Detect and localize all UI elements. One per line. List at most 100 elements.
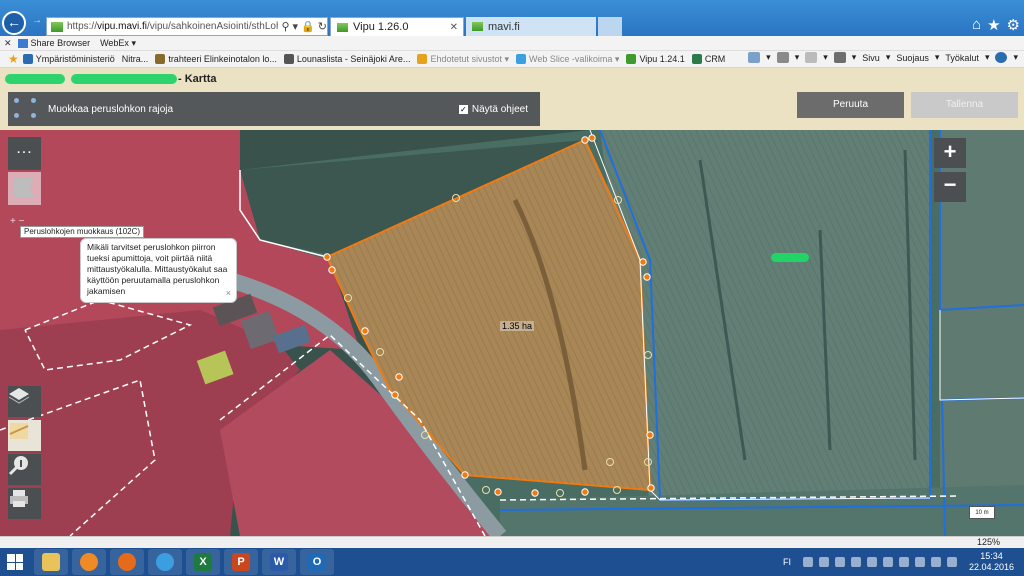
print-button[interactable] [8, 488, 41, 519]
info-button[interactable] [8, 454, 41, 485]
tab-mavi[interactable]: mavi.fi [466, 17, 596, 36]
tray-icon[interactable] [802, 557, 813, 567]
clock[interactable]: 15:34 22.04.2016 [969, 551, 1014, 573]
refresh-icon[interactable]: ↻ [318, 20, 327, 33]
close-icon[interactable]: ✕ [4, 38, 12, 49]
favorites-star-icon[interactable]: ★ [8, 52, 19, 66]
volume-icon[interactable] [946, 557, 957, 567]
bookmark-item[interactable]: Nitra... [122, 54, 149, 64]
vertex-handle[interactable] [643, 273, 651, 281]
layers-button[interactable] [8, 386, 41, 417]
vertex-handle[interactable] [588, 134, 596, 142]
vertex-handle[interactable] [395, 373, 403, 381]
zoom-in-button[interactable]: + [934, 138, 966, 168]
bookmark-item[interactable]: Ympäristöministeriö [22, 54, 115, 64]
outlook-icon[interactable]: O [300, 549, 334, 575]
save-button[interactable]: Tallenna [911, 92, 1018, 118]
flag-tool-button[interactable] [8, 172, 41, 205]
mail-icon[interactable] [805, 52, 818, 63]
help-text: Mikäli tarvitset peruslohkon piirron tue… [87, 242, 228, 296]
address-url[interactable]: https://vipu.mavi.fi/vipu/sahkoinenAsioi… [67, 21, 279, 32]
vertex-handle[interactable] [639, 258, 647, 266]
word-icon[interactable]: W [262, 549, 296, 575]
home-icon[interactable] [748, 52, 761, 63]
map-view[interactable]: 1.35 ha ... + − + − Peruslohkojen muokka… [0, 130, 1024, 536]
close-tab-icon[interactable]: ✕ [450, 22, 458, 33]
tray-icon[interactable] [882, 557, 893, 567]
page-title: - Kartta [5, 72, 217, 86]
bookmark-item[interactable]: CRM [691, 54, 725, 64]
cancel-button[interactable]: Peruuta [797, 92, 904, 118]
info-icon [8, 456, 28, 476]
vertex-handle[interactable] [361, 327, 369, 335]
redacted-marker [771, 253, 809, 262]
redacted-text [71, 74, 177, 84]
checkbox-icon[interactable]: ✓ [458, 104, 468, 114]
zoom-level[interactable]: 125% [977, 537, 1000, 547]
vertex-handle[interactable] [461, 471, 469, 479]
bookmark-item[interactable]: Vipu 1.24.1 [626, 54, 685, 64]
print-icon[interactable] [833, 52, 846, 63]
bookmark-icon [283, 54, 294, 64]
vertex-handle[interactable] [647, 484, 655, 492]
tab-vipu[interactable]: Vipu 1.26.0 ✕ [330, 17, 464, 36]
webex-item[interactable]: WebEx ▾ [100, 38, 136, 49]
show-help-toggle[interactable]: ✓ Näytä ohjeet [458, 104, 528, 115]
menu-security[interactable]: Suojaus [896, 53, 929, 63]
vertex-handle[interactable] [328, 266, 336, 274]
address-bar[interactable]: https://vipu.mavi.fi/vipu/sahkoinenAsioi… [46, 17, 328, 36]
bookmark-item[interactable]: trahteeri Elinkeinotalon lo... [155, 54, 277, 64]
search-icon[interactable]: ⚲ [281, 20, 289, 33]
mavi-favicon [472, 22, 483, 31]
powerpoint-icon[interactable]: P [224, 549, 258, 575]
favorites-star-icon[interactable]: ★ [987, 16, 1000, 34]
internet-explorer-icon[interactable] [148, 549, 182, 575]
vertex-handle[interactable] [581, 488, 589, 496]
network-icon[interactable] [930, 557, 941, 567]
edit-tool-panel: Muokkaa peruslohkon rajoja ✓ Näytä ohjee… [8, 92, 540, 126]
vertex-handle[interactable] [391, 391, 399, 399]
close-help-icon[interactable]: × [226, 288, 231, 299]
file-explorer-icon[interactable] [34, 549, 68, 575]
zoom-out-button[interactable]: − [934, 172, 966, 202]
language-indicator[interactable]: FI [783, 557, 791, 567]
start-button[interactable] [0, 548, 30, 576]
map-canvas[interactable] [0, 130, 1024, 536]
tool-label: Muokkaa peruslohkon rajoja [48, 103, 174, 115]
vertex-handle[interactable] [494, 488, 502, 496]
share-browser-item[interactable]: Share Browser [17, 38, 90, 48]
excel-icon[interactable]: X [186, 549, 220, 575]
home-icon[interactable]: ⌂ [972, 16, 981, 34]
taskbar: X P W O FI 15:34 22.04.2016 [0, 548, 1024, 576]
firefox-icon[interactable] [110, 549, 144, 575]
bookmark-item[interactable]: Lounaslista - Seinäjoki Are... [283, 54, 410, 64]
vertex-handle[interactable] [531, 489, 539, 497]
lock-icon[interactable]: 🔒 [301, 20, 315, 33]
vertex-handle[interactable] [646, 431, 654, 439]
tray-icon[interactable] [914, 557, 925, 567]
more-tools-button[interactable]: ... [8, 137, 41, 170]
gear-icon[interactable]: ⚙ [1007, 16, 1020, 34]
menu-page[interactable]: Sivu [862, 53, 880, 63]
forward-button[interactable]: → [30, 14, 44, 28]
dropdown-icon[interactable]: ▾ [293, 20, 299, 33]
vertex-handle[interactable] [581, 136, 589, 144]
bookmark-item[interactable]: Web Slice -valikoima ▾ [516, 54, 619, 65]
media-player-icon[interactable] [72, 549, 106, 575]
bookmark-item[interactable]: Ehdotetut sivustot ▾ [417, 54, 509, 65]
vertex-handle[interactable] [323, 253, 331, 261]
new-tab-button[interactable] [598, 17, 622, 36]
tray-icon[interactable] [898, 557, 909, 567]
legend-button[interactable] [8, 420, 41, 451]
tray-icon[interactable] [866, 557, 877, 567]
back-button[interactable]: ← [2, 11, 26, 35]
menu-tools[interactable]: Työkalut [945, 53, 979, 63]
tray-icon[interactable] [818, 557, 829, 567]
tray-icon[interactable] [834, 557, 845, 567]
tray-icon[interactable] [850, 557, 861, 567]
browser-status-bar: 125% [0, 536, 1024, 548]
feeds-icon[interactable] [776, 52, 789, 63]
help-icon[interactable] [995, 52, 1008, 63]
help-popup: Mikäli tarvitset peruslohkon piirron tue… [80, 238, 237, 303]
redacted-text [5, 74, 65, 84]
